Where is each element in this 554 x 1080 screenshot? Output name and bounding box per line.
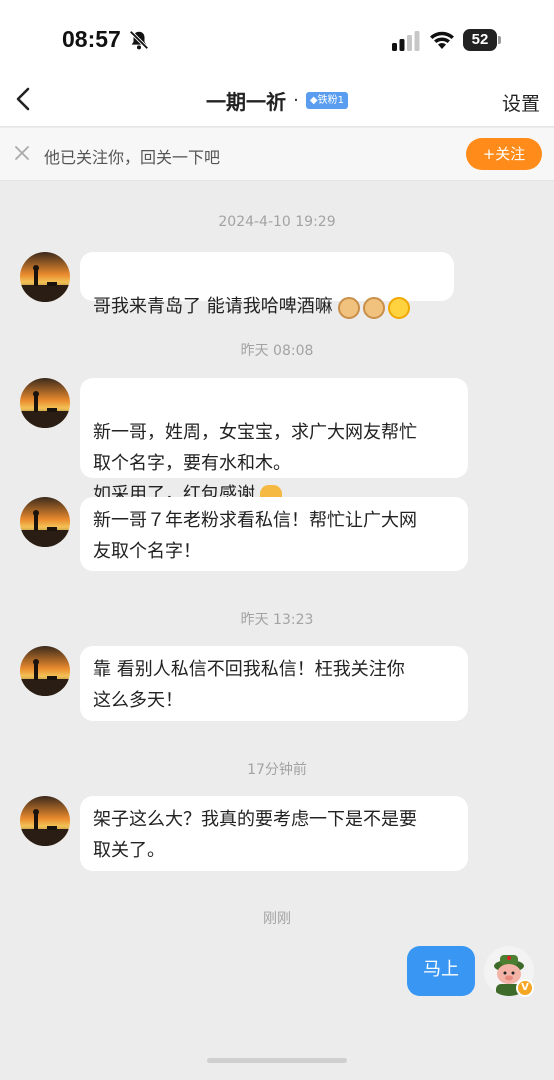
- message-bubble-received[interactable]: 哥我来青岛了 能请我哈啤酒嘛: [80, 252, 454, 319]
- verified-badge-icon: V: [516, 979, 534, 997]
- message-bubble-sent[interactable]: 马上: [407, 946, 475, 996]
- signal-icon: [392, 31, 420, 51]
- wifi-icon: [430, 31, 454, 49]
- battery-icon: 52: [463, 29, 497, 51]
- cat-face-icon: [362, 296, 385, 319]
- status-bar: 08:57 52: [0, 0, 554, 80]
- message-timestamp: 昨天 08:08: [240, 343, 314, 359]
- message-text: 新一哥，姓周，女宝宝，求广大网友帮忙 取个名字，要有水和木。 如采用了，红包感谢: [93, 422, 417, 505]
- contact-avatar[interactable]: [20, 252, 70, 302]
- title-separator: ·: [293, 90, 299, 111]
- emoji-group: [335, 292, 410, 323]
- message-bubble-received[interactable]: 架子这么大？我真的要考虑一下是不是要 取关了。: [80, 796, 468, 871]
- follow-button[interactable]: +关注: [466, 138, 542, 170]
- contact-avatar[interactable]: [20, 646, 70, 696]
- fan-level-badge: ◆铁粉1: [305, 92, 348, 109]
- message-timestamp: 2024-4-10 19:29: [218, 214, 336, 230]
- laughing-face-icon: [387, 296, 410, 319]
- settings-button[interactable]: 设置: [502, 89, 540, 116]
- cat-face-icon: [337, 296, 360, 319]
- contact-avatar[interactable]: [20, 796, 70, 846]
- message-bubble-received[interactable]: 靠 看别人私信不回我私信！枉我关注你 这么多天！: [80, 646, 468, 721]
- message-timestamp: 17分钟前: [247, 762, 307, 778]
- message-timestamp: 昨天 13:23: [240, 612, 314, 628]
- message-text: 哥我来青岛了 能请我哈啤酒嘛: [93, 296, 333, 317]
- close-icon[interactable]: [13, 144, 31, 162]
- contact-avatar[interactable]: [20, 497, 70, 547]
- page-title[interactable]: 一期一祈: [206, 86, 286, 115]
- follow-back-text: 他已关注你，回关一下吧: [44, 148, 221, 167]
- status-time: 08:57: [62, 26, 121, 52]
- message-bubble-received[interactable]: 新一哥，姓周，女宝宝，求广大网友帮忙 取个名字，要有水和木。 如采用了，红包感谢: [80, 378, 468, 507]
- follow-back-banner: 他已关注你，回关一下吧 +关注: [0, 128, 554, 181]
- home-indicator[interactable]: [207, 1058, 347, 1063]
- battery-cap: [498, 36, 501, 44]
- bell-off-icon: [129, 30, 149, 50]
- nav-bar: 一期一祈 · ◆铁粉1 设置: [0, 80, 554, 127]
- message-timestamp: 刚刚: [263, 911, 291, 927]
- message-bubble-received[interactable]: 新一哥７年老粉求看私信！帮忙让广大网 友取个名字！: [80, 497, 468, 571]
- contact-avatar[interactable]: [20, 378, 70, 428]
- nav-title-group: 一期一祈 · ◆铁粉1: [0, 86, 554, 115]
